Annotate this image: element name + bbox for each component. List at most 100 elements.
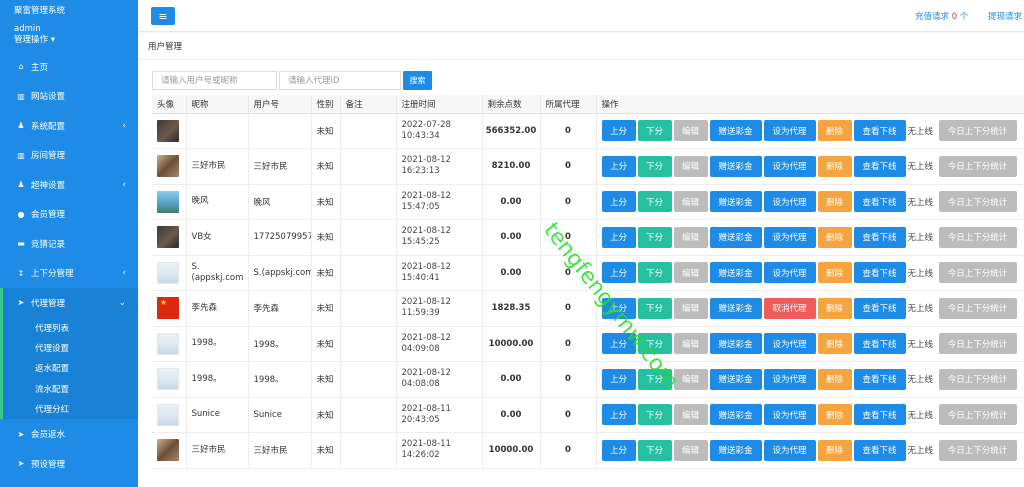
view-subordinates-button[interactable]: 查看下线	[853, 333, 906, 355]
gift-bonus-button[interactable]: 赠送彩金	[709, 439, 762, 461]
edit-button[interactable]: 编辑	[673, 155, 708, 177]
cancel-agent-button[interactable]: 取消代理	[763, 297, 816, 319]
recharge-requests-link[interactable]: 充值请求 0 个	[915, 10, 968, 22]
set-agent-button[interactable]: 设为代理	[763, 262, 816, 284]
remove-points-button[interactable]: 下分	[637, 439, 672, 461]
sidebar-item-2[interactable]: ♟ 系统配置 ‹	[0, 111, 138, 141]
daily-stats-button[interactable]: 今日上下分统计	[938, 262, 1017, 284]
view-subordinates-button[interactable]: 查看下线	[853, 226, 906, 248]
set-agent-button[interactable]: 设为代理	[763, 226, 816, 248]
add-points-button[interactable]: 上分	[601, 191, 636, 213]
sidebar-item-5[interactable]: ● 会员管理	[0, 200, 138, 230]
sidebar-item-0[interactable]: ⌂ 主页	[0, 52, 138, 82]
set-agent-button[interactable]: 设为代理	[763, 404, 816, 426]
delete-button[interactable]: 删除	[817, 155, 852, 177]
set-agent-button[interactable]: 设为代理	[763, 120, 816, 142]
withdraw-requests-link[interactable]: 提现请求	[988, 10, 1022, 22]
set-agent-button[interactable]: 设为代理	[763, 368, 816, 390]
edit-button[interactable]: 编辑	[673, 333, 708, 355]
remove-points-button[interactable]: 下分	[637, 226, 672, 248]
set-agent-button[interactable]: 设为代理	[763, 191, 816, 213]
gift-bonus-button[interactable]: 赠送彩金	[709, 262, 762, 284]
edit-button[interactable]: 编辑	[673, 297, 708, 319]
delete-button[interactable]: 删除	[817, 297, 852, 319]
set-agent-button[interactable]: 设为代理	[763, 333, 816, 355]
add-points-button[interactable]: 上分	[601, 120, 636, 142]
delete-button[interactable]: 删除	[817, 404, 852, 426]
remove-points-button[interactable]: 下分	[637, 262, 672, 284]
delete-button[interactable]: 删除	[817, 439, 852, 461]
daily-stats-button[interactable]: 今日上下分统计	[938, 120, 1017, 142]
daily-stats-button[interactable]: 今日上下分统计	[938, 155, 1017, 177]
sidebar-item-8[interactable]: ➤ 代理管理 ⌄	[0, 288, 138, 318]
remove-points-button[interactable]: 下分	[637, 368, 672, 390]
submenu-item-0[interactable]: 代理列表	[3, 318, 138, 338]
add-points-button[interactable]: 上分	[601, 439, 636, 461]
add-points-button[interactable]: 上分	[601, 262, 636, 284]
view-subordinates-button[interactable]: 查看下线	[853, 120, 906, 142]
daily-stats-button[interactable]: 今日上下分统计	[938, 191, 1017, 213]
daily-stats-button[interactable]: 今日上下分统计	[938, 333, 1017, 355]
add-points-button[interactable]: 上分	[601, 368, 636, 390]
submenu-item-4[interactable]: 代理分红	[3, 399, 138, 419]
view-subordinates-button[interactable]: 查看下线	[853, 404, 906, 426]
edit-button[interactable]: 编辑	[673, 120, 708, 142]
edit-button[interactable]: 编辑	[673, 191, 708, 213]
gift-bonus-button[interactable]: 赠送彩金	[709, 120, 762, 142]
add-points-button[interactable]: 上分	[601, 155, 636, 177]
submenu-item-1[interactable]: 代理设置	[3, 338, 138, 358]
edit-button[interactable]: 编辑	[673, 404, 708, 426]
remove-points-button[interactable]: 下分	[637, 120, 672, 142]
remove-points-button[interactable]: 下分	[637, 191, 672, 213]
delete-button[interactable]: 删除	[817, 368, 852, 390]
search-user-input[interactable]	[152, 71, 277, 90]
user-menu[interactable]: 管理操作 ▾	[14, 35, 138, 46]
daily-stats-button[interactable]: 今日上下分统计	[938, 404, 1017, 426]
edit-button[interactable]: 编辑	[673, 262, 708, 284]
search-button[interactable]: 搜索	[403, 71, 432, 90]
submenu-item-2[interactable]: 返水配置	[3, 358, 138, 378]
daily-stats-button[interactable]: 今日上下分统计	[938, 368, 1017, 390]
remove-points-button[interactable]: 下分	[637, 333, 672, 355]
gift-bonus-button[interactable]: 赠送彩金	[709, 226, 762, 248]
view-subordinates-button[interactable]: 查看下线	[853, 191, 906, 213]
sidebar-item-4[interactable]: ♟ 超神设置 ‹	[0, 170, 138, 200]
sidebar-bottom-item-1[interactable]: ➤ 预设管理	[0, 449, 138, 479]
gift-bonus-button[interactable]: 赠送彩金	[709, 404, 762, 426]
gift-bonus-button[interactable]: 赠送彩金	[709, 155, 762, 177]
sidebar-item-7[interactable]: ↕ 上下分管理 ‹	[0, 259, 138, 289]
gift-bonus-button[interactable]: 赠送彩金	[709, 333, 762, 355]
daily-stats-button[interactable]: 今日上下分统计	[938, 297, 1017, 319]
gift-bonus-button[interactable]: 赠送彩金	[709, 368, 762, 390]
remove-points-button[interactable]: 下分	[637, 297, 672, 319]
sidebar-bottom-item-0[interactable]: ➤ 会员返水	[0, 419, 138, 449]
daily-stats-button[interactable]: 今日上下分统计	[938, 226, 1017, 248]
view-subordinates-button[interactable]: 查看下线	[853, 368, 906, 390]
delete-button[interactable]: 删除	[817, 333, 852, 355]
delete-button[interactable]: 删除	[817, 191, 852, 213]
edit-button[interactable]: 编辑	[673, 368, 708, 390]
sidebar-item-6[interactable]: ▬ 竞猜记录	[0, 229, 138, 259]
add-points-button[interactable]: 上分	[601, 333, 636, 355]
view-subordinates-button[interactable]: 查看下线	[853, 155, 906, 177]
sidebar-item-3[interactable]: ▥ 房间管理	[0, 141, 138, 171]
add-points-button[interactable]: 上分	[601, 297, 636, 319]
search-agent-input[interactable]	[279, 71, 401, 90]
view-subordinates-button[interactable]: 查看下线	[853, 297, 906, 319]
gift-bonus-button[interactable]: 赠送彩金	[709, 191, 762, 213]
set-agent-button[interactable]: 设为代理	[763, 439, 816, 461]
view-subordinates-button[interactable]: 查看下线	[853, 262, 906, 284]
edit-button[interactable]: 编辑	[673, 226, 708, 248]
delete-button[interactable]: 删除	[817, 120, 852, 142]
set-agent-button[interactable]: 设为代理	[763, 155, 816, 177]
gift-bonus-button[interactable]: 赠送彩金	[709, 297, 762, 319]
submenu-item-3[interactable]: 流水配置	[3, 379, 138, 399]
view-subordinates-button[interactable]: 查看下线	[853, 439, 906, 461]
add-points-button[interactable]: 上分	[601, 226, 636, 248]
add-points-button[interactable]: 上分	[601, 404, 636, 426]
remove-points-button[interactable]: 下分	[637, 404, 672, 426]
delete-button[interactable]: 删除	[817, 262, 852, 284]
sidebar-item-1[interactable]: ▥ 网站设置	[0, 82, 138, 112]
remove-points-button[interactable]: 下分	[637, 155, 672, 177]
edit-button[interactable]: 编辑	[673, 439, 708, 461]
